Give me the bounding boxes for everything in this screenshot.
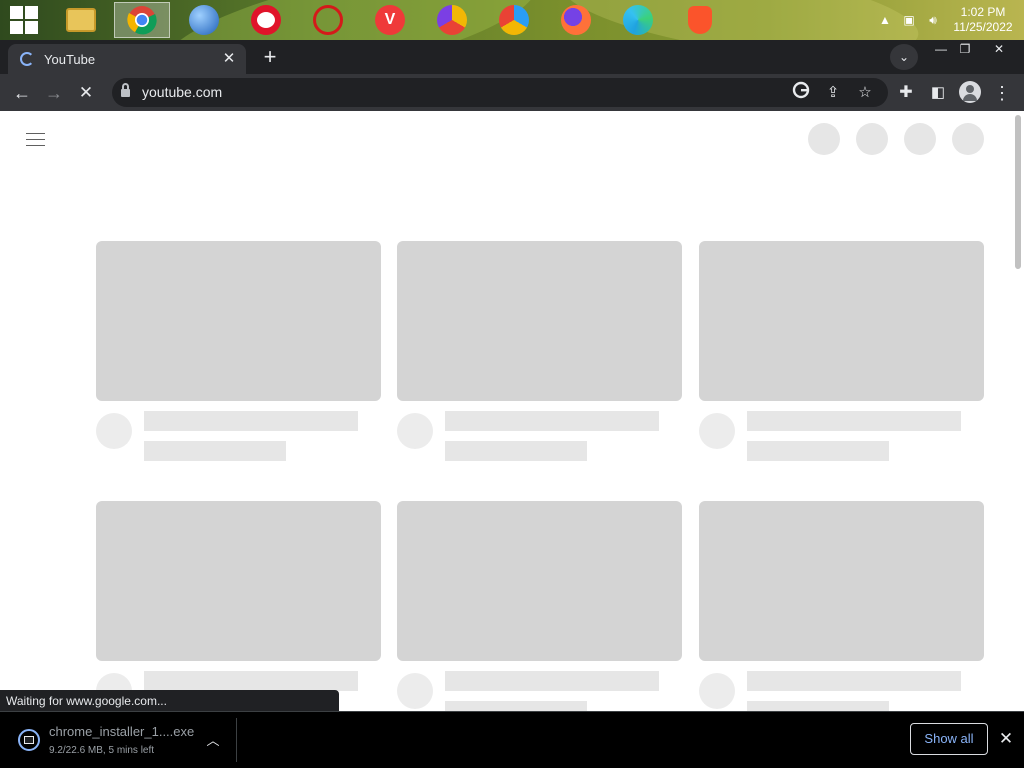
google-lens-icon[interactable] [789,81,813,105]
chrome-icon[interactable] [114,2,170,38]
vivaldi-icon[interactable]: V [362,2,418,38]
browser-blue-icon[interactable] [486,2,542,38]
title-placeholder [144,411,358,431]
download-progress-icon[interactable] [18,729,40,751]
video-thumbnail-placeholder [699,241,984,401]
channel-avatar-placeholder [96,413,132,449]
chevron-up-icon[interactable]: ︿ [203,730,223,749]
video-thumbnail-placeholder [397,241,682,401]
status-bubble: Waiting for www.google.com... [0,690,339,712]
meta-placeholder [445,701,587,711]
side-panel-icon[interactable]: ◧ [925,80,951,106]
divider [236,718,237,762]
header-placeholder-circle [808,123,840,155]
stop-loading-icon[interactable]: ✕ [73,80,99,106]
volume-icon[interactable]: 🔊︎ [924,13,942,28]
title-placeholder [747,411,961,431]
video-thumbnail-placeholder [397,501,682,661]
globe-browser-icon[interactable] [176,2,232,38]
video-thumbnail-placeholder [96,241,381,401]
meta-placeholder [445,441,587,461]
loading-spinner-icon [20,52,34,66]
header-placeholder-circle [952,123,984,155]
lock-icon[interactable] [121,83,130,98]
extensions-puzzle-icon[interactable]: ✚ [893,80,919,106]
file-explorer-icon[interactable] [53,2,109,38]
download-status: 9.2/22.6 MB, 5 mins left [49,745,155,756]
windows-start-icon[interactable] [10,6,38,34]
edge-icon[interactable] [610,2,666,38]
header-placeholder-circle [856,123,888,155]
close-shelf-icon[interactable]: ✕ [996,729,1016,749]
channel-avatar-placeholder [397,413,433,449]
hamburger-menu-icon[interactable] [26,131,46,147]
meta-placeholder [144,441,286,461]
windows-taskbar: V ▲ ▣ 🔊︎ 1:02 PM 11/25/2022 [0,0,1024,40]
download-filename[interactable]: chrome_installer_1....exe [49,724,194,739]
title-placeholder [747,671,961,691]
firefox-icon[interactable] [548,2,604,38]
system-tray: ▲ ▣ 🔊︎ 1:02 PM 11/25/2022 [876,0,1024,40]
tab-title: YouTube [44,52,96,67]
tab-strip: YouTube ✕ + ⌄ — ❐ ✕ [0,40,1024,74]
meta-placeholder [747,701,889,711]
browser-toolbar: ← → ✕ youtube.com ⇪ ☆ ✚ ◧ ⋮ [0,74,1024,111]
channel-avatar-placeholder [397,673,433,709]
download-shelf: chrome_installer_1....exe 9.2/22.6 MB, 5… [0,711,1024,768]
forward-arrow-icon[interactable]: → [41,80,67,106]
show-all-button[interactable]: Show all [910,723,988,755]
opera-icon[interactable] [238,2,294,38]
bookmark-star-icon[interactable]: ☆ [853,81,877,105]
maximize-button[interactable]: ❐ [948,40,982,58]
channel-avatar-placeholder [699,673,735,709]
tray-time: 1:02 PM [960,5,1006,19]
page-scrollbar[interactable] [1015,115,1021,269]
tray-clock[interactable]: 1:02 PM 11/25/2022 [948,5,1018,35]
back-arrow-icon[interactable]: ← [9,80,35,106]
new-tab-button[interactable]: + [257,46,283,68]
title-placeholder [144,671,358,691]
title-placeholder [445,411,659,431]
opera-gx-icon[interactable] [300,2,356,38]
video-thumbnail-placeholder [96,501,381,661]
youtube-page [0,111,1024,711]
header-placeholder-circle [904,123,936,155]
meta-placeholder [747,441,889,461]
tab-search-icon[interactable]: ⌄ [890,44,918,70]
tray-date: 11/25/2022 [953,20,1013,34]
channel-avatar-placeholder [699,413,735,449]
profile-avatar-icon[interactable] [959,81,981,103]
brave-icon[interactable] [672,2,728,38]
window-close-button[interactable]: ✕ [982,40,1016,58]
share-icon[interactable]: ⇪ [821,81,845,105]
video-thumbnail-placeholder [699,501,984,661]
tab-close-icon[interactable]: ✕ [220,49,238,67]
title-placeholder [445,671,659,691]
tray-overflow-icon[interactable]: ▲ [876,13,894,27]
network-icon[interactable]: ▣ [900,13,918,27]
browser-yellow-icon[interactable] [424,2,480,38]
chrome-menu-icon[interactable]: ⋮ [989,80,1015,106]
address-bar[interactable]: youtube.com ⇪ ☆ [112,78,888,107]
tab-youtube[interactable]: YouTube ✕ [8,44,246,74]
url-text[interactable]: youtube.com [142,84,222,100]
